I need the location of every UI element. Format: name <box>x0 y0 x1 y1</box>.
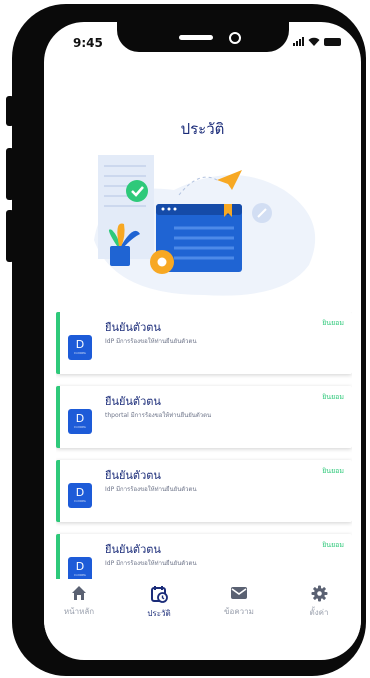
side-button <box>6 96 14 126</box>
history-item[interactable]: D D.DOPA ยืนยันตัวตน IdP มีการร้องขอให้ท่… <box>56 460 352 522</box>
tab-messages[interactable]: ข้อความ <box>204 585 274 618</box>
logo-letter: D <box>75 412 85 425</box>
status-badge: ยินยอม <box>322 541 344 549</box>
dopa-logo: D D.DOPA <box>68 409 92 434</box>
dopa-logo: D D.DOPA <box>68 483 92 508</box>
gear-icon <box>311 585 327 602</box>
status-icons <box>293 37 341 46</box>
status-badge: ยินยอม <box>322 393 344 401</box>
history-item-description: thportal มีการร้องขอให้ท่านยืนยันตัวตน <box>105 412 212 419</box>
history-item-title: ยืนยันตัวตน <box>105 395 161 408</box>
tab-settings[interactable]: ตั้งค่า <box>284 585 354 619</box>
tab-history[interactable]: ประวัติ <box>124 585 194 620</box>
logo-caption: D.DOPA <box>74 499 86 503</box>
history-item-description: IdP มีการร้องขอให้ท่านยืนยันตัวตน <box>105 338 197 345</box>
home-icon <box>72 586 86 600</box>
history-item[interactable]: D D.DOPA ยืนยันตัวตน thportal มีการร้องขอ… <box>56 386 352 448</box>
tab-history-label: ประวัติ <box>147 609 171 618</box>
side-button <box>6 210 14 262</box>
app-screen: 9:45 ประวัติ D D.DOPA ยืนยันตัวตน IdP มี… <box>44 22 361 660</box>
status-badge: ยินยอม <box>322 467 344 475</box>
history-item-title: ยืนยันตัวตน <box>105 469 161 482</box>
history-item[interactable]: D D.DOPA ยืนยันตัวตน IdP มีการร้องขอให้ท่… <box>56 312 352 374</box>
tab-settings-label: ตั้งค่า <box>309 608 329 617</box>
tab-messages-label: ข้อความ <box>224 607 254 616</box>
phone-frame: 9:45 ประวัติ D D.DOPA ยืนยันตัวตน IdP มี… <box>12 4 366 676</box>
status-time: 9:45 <box>73 36 103 50</box>
history-item-description: IdP มีการร้องขอให้ท่านยืนยันตัวตน <box>105 486 197 493</box>
wifi-icon <box>308 37 320 46</box>
status-badge: ยินยอม <box>322 319 344 327</box>
tab-home-label: หน้าหลัก <box>63 607 95 616</box>
notch <box>117 22 289 52</box>
logo-caption: D.DOPA <box>74 573 86 577</box>
logo-letter: D <box>75 560 85 573</box>
history-list[interactable]: D D.DOPA ยืนยันตัวตน IdP มีการร้องขอให้ท่… <box>56 312 352 579</box>
dopa-logo: D D.DOPA <box>68 335 92 360</box>
dopa-logo: D D.DOPA <box>68 557 92 579</box>
history-icon <box>150 586 168 603</box>
history-item-title: ยืนยันตัวตน <box>105 543 161 556</box>
logo-caption: D.DOPA <box>74 351 86 355</box>
history-item-description: IdP มีการร้องขอให้ท่านยืนยันตัวตน <box>105 560 197 567</box>
signal-icon <box>293 37 304 46</box>
logo-letter: D <box>75 486 85 499</box>
mail-icon <box>231 587 247 599</box>
history-item[interactable]: D D.DOPA ยืนยันตัวตน IdP มีการร้องขอให้ท่… <box>56 534 352 579</box>
side-button <box>6 148 14 200</box>
logo-letter: D <box>75 338 85 351</box>
battery-icon <box>324 38 341 46</box>
logo-caption: D.DOPA <box>74 425 86 429</box>
page-title: ประวัติ <box>180 120 225 138</box>
tab-home[interactable]: หน้าหลัก <box>44 585 114 618</box>
tab-bar: หน้าหลัก ประวัติ ข้อความ ตั้งค่า <box>44 579 361 639</box>
history-illustration <box>94 155 316 296</box>
history-item-title: ยืนยันตัวตน <box>105 321 161 334</box>
